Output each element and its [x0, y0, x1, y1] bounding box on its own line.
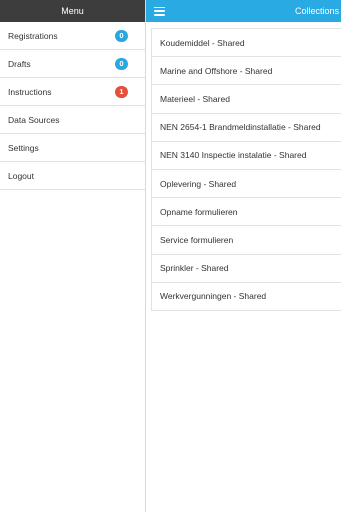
count-badge: 0 [115, 29, 128, 42]
count-badge: 0 [115, 57, 128, 70]
menu-item-data-sources[interactable]: Data Sources [0, 106, 145, 134]
menu-header: Menu [0, 0, 145, 22]
collection-item[interactable]: Oplevering - Shared [152, 170, 341, 199]
side-menu: Menu Registrations 0 Drafts 0 Instructio… [0, 0, 146, 512]
collection-item[interactable]: NEN 3140 Inspectie instalatie - Shared [152, 142, 341, 170]
collection-item[interactable]: NEN 2654-1 Brandmeldinstallatie - Shared [152, 114, 341, 142]
menu-list: Registrations 0 Drafts 0 Instructions 1 … [0, 22, 145, 190]
collection-item[interactable]: Service formulieren [152, 226, 341, 255]
menu-item-logout[interactable]: Logout [0, 162, 145, 190]
menu-item-drafts[interactable]: Drafts 0 [0, 50, 145, 78]
menu-item-label: Instructions [8, 86, 52, 97]
menu-item-instructions[interactable]: Instructions 1 [0, 78, 145, 106]
collection-item[interactable]: Koudemiddel - Shared [152, 29, 341, 58]
menu-item-label: Settings [8, 142, 39, 153]
page-title: Collections [294, 6, 339, 16]
menu-item-label: Drafts [8, 58, 31, 69]
collections-panel: Collections Koudemiddel - Shared Marine … [146, 0, 341, 512]
menu-title: Menu [61, 6, 84, 16]
menu-item-label: Registrations [8, 30, 58, 41]
menu-item-label: Data Sources [8, 114, 60, 125]
collections-header: Collections [146, 0, 341, 22]
menu-item-label: Logout [8, 170, 34, 181]
collection-item[interactable]: Opname formulieren [152, 198, 341, 227]
collection-list: Koudemiddel - Shared Marine and Offshore… [151, 28, 341, 311]
menu-item-registrations[interactable]: Registrations 0 [0, 22, 145, 50]
hamburger-icon[interactable] [154, 6, 165, 16]
collection-item[interactable]: Sprinkler - Shared [152, 255, 341, 283]
collection-item[interactable]: Marine and Offshore - Shared [152, 57, 341, 86]
collection-item[interactable]: Materieel - Shared [152, 85, 341, 114]
count-badge: 1 [115, 85, 128, 98]
menu-item-settings[interactable]: Settings [0, 134, 145, 162]
collection-item[interactable]: Werkvergunningen - Shared [152, 283, 341, 311]
